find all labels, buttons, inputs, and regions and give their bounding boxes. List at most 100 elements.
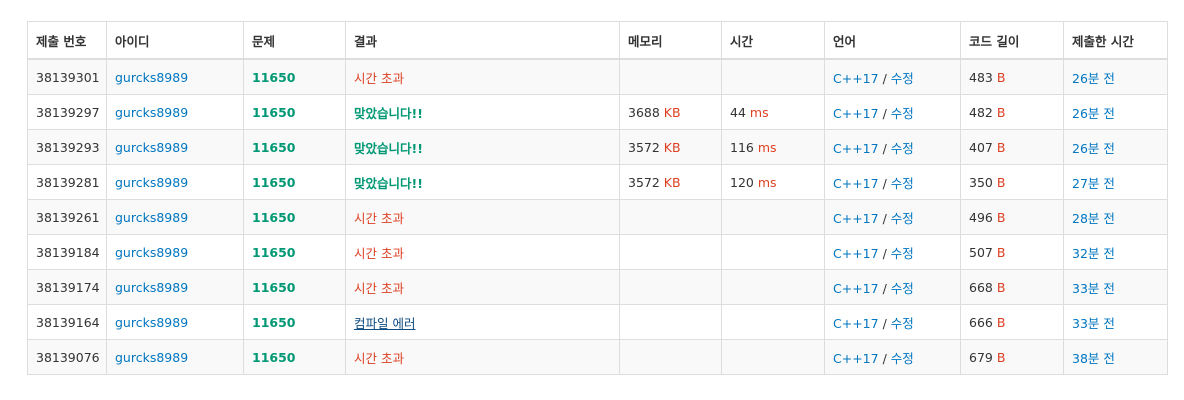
submission-id: 38139297 (36, 104, 100, 120)
memory-cell: 3572 KB (619, 164, 722, 200)
user-id-link[interactable]: gurcks8989 (115, 140, 188, 155)
code-length-cell: 666 B (960, 304, 1064, 340)
language-link[interactable]: C++17 (833, 316, 879, 331)
table-row: 38139281 gurcks8989 11650 맞았습니다!! 3572 KB 120… (27, 164, 1168, 200)
result-text: 시간 초과 (354, 245, 404, 261)
language-cell: C++17 / 수정 (824, 94, 961, 130)
language-link[interactable]: C++17 (833, 281, 879, 296)
language-separator: / (878, 105, 891, 121)
result-cell: 컴파일 에러 (345, 304, 620, 340)
submitted-time-link[interactable]: 33분 전 (1072, 316, 1115, 331)
user-id-link[interactable]: gurcks8989 (115, 210, 188, 225)
submitted-time-link[interactable]: 32분 전 (1072, 246, 1115, 261)
submitted-time-link[interactable]: 26분 전 (1072, 106, 1115, 121)
user-id-link[interactable]: gurcks8989 (115, 280, 188, 295)
time-cell: 116 ms (721, 129, 825, 165)
language-separator: / (878, 140, 891, 156)
memory-cell (619, 234, 722, 270)
code-length-unit: B (996, 174, 1006, 190)
language-link[interactable]: C++17 (833, 176, 879, 191)
user-id-link[interactable]: gurcks8989 (115, 245, 188, 260)
submission-id-cell: 38139076 (27, 339, 107, 375)
code-length-value: 668 (969, 279, 993, 295)
submitted-time-cell: 26분 전 (1063, 129, 1168, 165)
code-length-value: 679 (969, 349, 993, 365)
submitted-time-link[interactable]: 26분 전 (1072, 71, 1115, 86)
edit-link[interactable]: 수정 (891, 176, 914, 191)
problem-cell: 11650 (243, 269, 346, 305)
language-link[interactable]: C++17 (833, 71, 879, 86)
result-text[interactable]: 컴파일 에러 (354, 316, 415, 331)
problem-link[interactable]: 11650 (252, 245, 296, 260)
edit-link[interactable]: 수정 (891, 316, 914, 331)
result-text: 맞았습니다!! (354, 140, 423, 156)
memory-cell (619, 339, 722, 375)
header-user-id: 아이디 (106, 21, 244, 60)
edit-link[interactable]: 수정 (891, 106, 914, 121)
result-cell: 시간 초과 (345, 269, 620, 305)
code-length-cell: 483 B (960, 58, 1064, 95)
code-length-cell: 350 B (960, 164, 1064, 200)
edit-link[interactable]: 수정 (891, 246, 914, 261)
edit-link[interactable]: 수정 (891, 281, 914, 296)
status-table-container: 제출 번호 아이디 문제 결과 메모리 시간 언어 코드 길이 제출한 시간 3… (27, 21, 1168, 375)
language-separator: / (878, 280, 891, 296)
language-link[interactable]: C++17 (833, 246, 879, 261)
problem-cell: 11650 (243, 58, 346, 95)
problem-cell: 11650 (243, 129, 346, 165)
time-unit: ms (757, 139, 777, 155)
code-length-value: 483 (969, 69, 993, 85)
edit-link[interactable]: 수정 (891, 71, 914, 86)
submission-id-cell: 38139297 (27, 94, 107, 130)
problem-link[interactable]: 11650 (252, 315, 296, 330)
submitted-time-link[interactable]: 33분 전 (1072, 281, 1115, 296)
language-link[interactable]: C++17 (833, 106, 879, 121)
code-length-cell: 496 B (960, 199, 1064, 235)
edit-link[interactable]: 수정 (891, 351, 914, 366)
user-id-link[interactable]: gurcks8989 (115, 315, 188, 330)
language-link[interactable]: C++17 (833, 351, 879, 366)
problem-link[interactable]: 11650 (252, 280, 296, 295)
problem-link[interactable]: 11650 (252, 105, 296, 120)
result-text: 시간 초과 (354, 210, 404, 226)
submission-id: 38139184 (36, 244, 100, 260)
code-length-unit: B (996, 139, 1006, 155)
problem-link[interactable]: 11650 (252, 140, 296, 155)
code-length-value: 666 (969, 314, 993, 330)
submitted-time-link[interactable]: 27분 전 (1072, 176, 1115, 191)
code-length-cell: 668 B (960, 269, 1064, 305)
language-link[interactable]: C++17 (833, 141, 879, 156)
user-id-cell: gurcks8989 (106, 164, 244, 200)
memory-cell (619, 304, 722, 340)
language-separator: / (878, 315, 891, 331)
submitted-time-link[interactable]: 26분 전 (1072, 141, 1115, 156)
code-length-unit: B (996, 279, 1006, 295)
language-cell: C++17 / 수정 (824, 234, 961, 270)
memory-value: 3572 (628, 174, 660, 190)
result-cell: 맞았습니다!! (345, 129, 620, 165)
problem-link[interactable]: 11650 (252, 70, 296, 85)
memory-cell: 3572 KB (619, 129, 722, 165)
memory-value: 3688 (628, 104, 660, 120)
user-id-link[interactable]: gurcks8989 (115, 105, 188, 120)
problem-link[interactable]: 11650 (252, 350, 296, 365)
submitted-time-cell: 26분 전 (1063, 94, 1168, 130)
problem-link[interactable]: 11650 (252, 210, 296, 225)
submitted-time-link[interactable]: 38분 전 (1072, 351, 1115, 366)
table-row: 38139301 gurcks8989 11650 시간 초과 C++17 / 수정 4… (27, 58, 1168, 95)
problem-link[interactable]: 11650 (252, 175, 296, 190)
result-cell: 시간 초과 (345, 58, 620, 95)
problem-cell: 11650 (243, 339, 346, 375)
table-row: 38139293 gurcks8989 11650 맞았습니다!! 3572 KB 116… (27, 129, 1168, 165)
edit-link[interactable]: 수정 (891, 141, 914, 156)
user-id-link[interactable]: gurcks8989 (115, 70, 188, 85)
edit-link[interactable]: 수정 (891, 211, 914, 226)
user-id-link[interactable]: gurcks8989 (115, 175, 188, 190)
user-id-link[interactable]: gurcks8989 (115, 350, 188, 365)
language-cell: C++17 / 수정 (824, 164, 961, 200)
submitted-time-link[interactable]: 28분 전 (1072, 211, 1115, 226)
memory-cell (619, 58, 722, 95)
submission-id: 38139281 (36, 174, 100, 190)
submitted-time-cell: 28분 전 (1063, 199, 1168, 235)
language-link[interactable]: C++17 (833, 211, 879, 226)
